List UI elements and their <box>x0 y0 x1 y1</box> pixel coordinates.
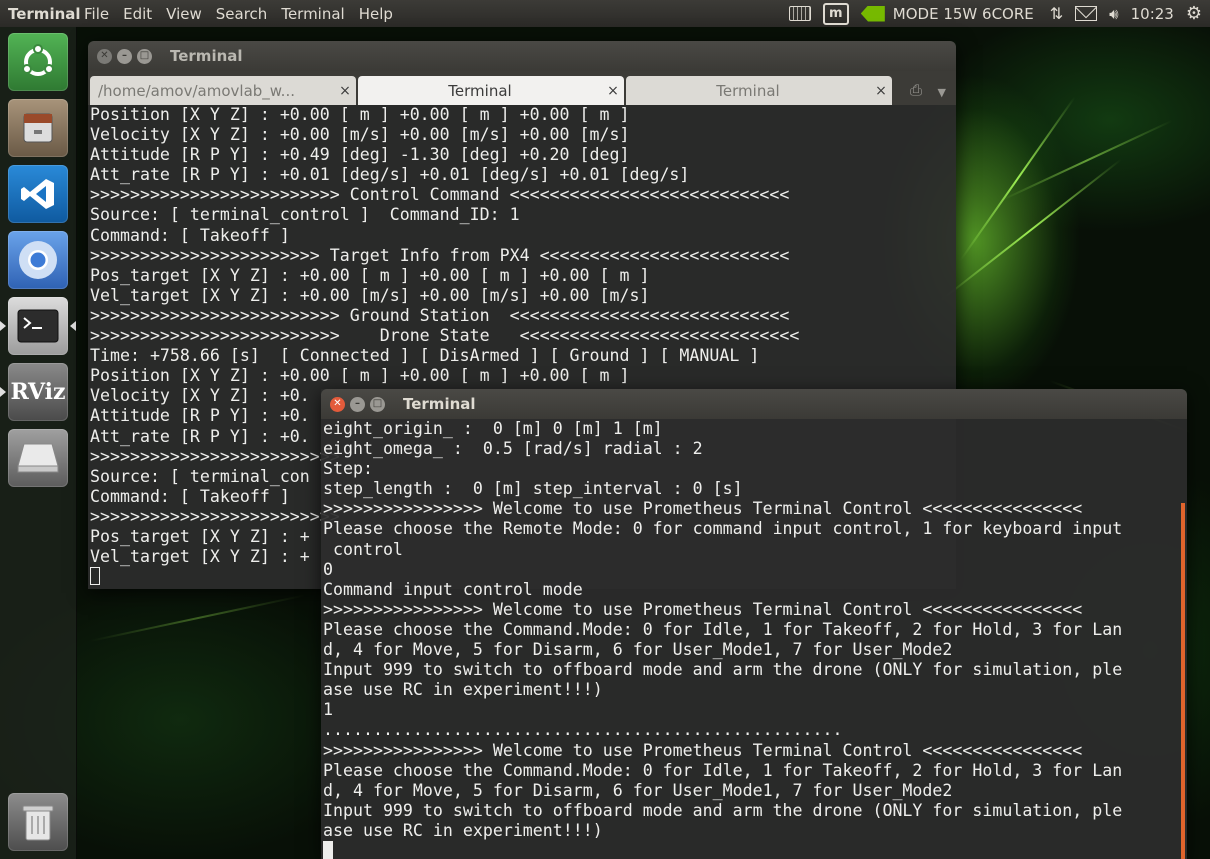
trash-icon[interactable] <box>8 793 68 851</box>
terminal-line: step_length : 0 [m] step_interval : 0 [s… <box>323 479 743 499</box>
tab-bar: /home/amov/amovlab_w... × Terminal × Ter… <box>88 71 956 105</box>
terminal-line: d, 4 for Move, 5 for Disarm, 6 for User_… <box>323 640 953 660</box>
m-indicator-icon[interactable]: m <box>822 2 849 25</box>
terminal-line: >>>>>>>>>>>>>>>> Welcome to use Promethe… <box>323 740 1083 760</box>
running-app-indicator <box>0 387 6 397</box>
terminal-line: >>>>>>>>>>>>>>>>>>>>>>>>> Ground Station… <box>90 305 790 325</box>
files-icon[interactable] <box>8 99 68 157</box>
terminal-line: eight_origin_ : 0 [m] 0 [m] 1 [m] <box>323 419 663 438</box>
terminal-line: >>>>>>>>>>>>>>>>>>>>>>>>> Control Comman… <box>90 185 790 205</box>
menu-terminal[interactable]: Terminal <box>281 5 344 23</box>
drive-icon[interactable] <box>8 429 68 487</box>
tab-terminal-active[interactable]: Terminal × <box>358 76 624 105</box>
text-cursor <box>90 567 100 586</box>
scrollbar[interactable] <box>1181 503 1185 859</box>
close-tab-icon[interactable]: × <box>602 83 624 99</box>
terminal-prompt-line <box>323 840 1187 859</box>
close-icon[interactable]: ✕ <box>97 48 112 64</box>
terminal-line: >>>>>>>>>>>>>>>>>>>>>>>>> Drone State <<… <box>90 326 800 346</box>
ubuntu-dash-icon[interactable] <box>8 33 68 91</box>
minimize-icon[interactable]: – <box>117 48 132 64</box>
close-tab-icon[interactable]: × <box>870 83 892 99</box>
top-panel: Terminal File Edit View Search Terminal … <box>0 0 1210 27</box>
terminal-line: 1 <box>323 700 333 720</box>
terminal-line: control <box>323 539 403 559</box>
maximize-icon[interactable]: □ <box>137 48 152 64</box>
terminal-line: Pos_target [X Y Z] : +0.00 [ m ] +0.00 [… <box>90 265 650 285</box>
terminal-line: ........................................… <box>323 720 843 740</box>
terminal-line: 0 <box>323 559 333 579</box>
mail-icon[interactable] <box>1075 6 1098 21</box>
terminal-line: Attitude [R P Y] : +0.49 [deg] -1.30 [de… <box>90 145 630 165</box>
running-app-indicator <box>0 321 6 331</box>
terminal-line: Time: +758.66 [s] [ Connected ] [ DisArm… <box>90 346 760 366</box>
terminal-line: Input 999 to switch to offboard mode and… <box>323 660 1123 680</box>
chromium-icon[interactable] <box>8 231 68 289</box>
terminal-line: d, 4 for Move, 5 for Disarm, 6 for User_… <box>323 780 953 800</box>
nvidia-icon[interactable] <box>860 5 885 22</box>
terminal-line: >>>>>>>>>>>>>>>> Welcome to use Promethe… <box>323 499 1083 519</box>
indicator-area: m MODE 15W 6CORE ⇅ 🔊︎ 10:23 ⚙ <box>788 0 1210 27</box>
window-title: Terminal <box>403 395 476 413</box>
titlebar[interactable]: ✕ – □ Terminal <box>321 389 1187 419</box>
settings-gear-icon[interactable]: ⚙ <box>1186 3 1202 24</box>
terminal-line: Please choose the Remote Mode: 0 for com… <box>323 519 1123 539</box>
menu-view[interactable]: View <box>166 5 202 23</box>
terminal-line: Step: <box>323 459 373 479</box>
volume-icon[interactable]: 🔊︎ <box>1109 5 1118 23</box>
terminal-line: Velocity [X Y Z] : +0.00 [m/s] +0.00 [m/… <box>90 125 630 145</box>
terminal-line: Source: [ terminal_control ] Command_ID:… <box>90 205 520 225</box>
maximize-icon[interactable]: □ <box>370 396 385 412</box>
tab-terminal[interactable]: Terminal × <box>626 76 892 105</box>
tab-label: Terminal <box>448 81 512 100</box>
terminal-line: Input 999 to switch to offboard mode and… <box>323 800 1123 820</box>
tab-label: /home/amov/amovlab_w... <box>98 81 295 100</box>
active-app-indicator <box>70 321 76 331</box>
terminal-line: Position [X Y Z] : +0.00 [ m ] +0.00 [ m… <box>90 105 630 124</box>
terminal-launcher-icon[interactable] <box>8 297 68 355</box>
rviz-icon[interactable]: RViz <box>8 363 68 421</box>
chevron-down-icon[interactable]: ▼ <box>938 86 946 99</box>
clock[interactable]: 10:23 <box>1131 5 1174 23</box>
terminal-output-front[interactable]: eight_origin_ : 0 [m] 0 [m] 1 [m] eight_o… <box>321 419 1187 859</box>
terminal-line: Att_rate [R P Y] : +0.01 [deg/s] +0.01 [… <box>90 165 690 185</box>
terminal-line: Vel_target [X Y Z] : +0.00 [m/s] +0.00 [… <box>90 285 650 305</box>
terminal-line: Please choose the Command.Mode: 0 for Id… <box>323 619 1123 639</box>
keyboard-icon[interactable] <box>788 6 811 21</box>
window-title: Terminal <box>170 47 243 65</box>
network-updown-icon[interactable]: ⇅ <box>1050 4 1063 23</box>
close-tab-icon[interactable]: × <box>334 83 356 99</box>
minimize-icon[interactable]: – <box>350 396 365 412</box>
terminal-line: >>>>>>>>>>>>>>>>>>>>>>> Target Info from… <box>90 245 790 265</box>
menu-help[interactable]: Help <box>359 5 393 23</box>
terminal-line: ase use RC in experiment!!!) <box>323 820 603 840</box>
terminal-line: eight_omega_ : 0.5 [rad/s] radial : 2 <box>323 439 703 459</box>
titlebar[interactable]: ✕ – □ Terminal <box>88 41 956 71</box>
terminal-window-front[interactable]: ✕ – □ Terminal eight_origin_ : 0 [m] 0 [… <box>321 389 1187 859</box>
terminal-line: Position [X Y Z] : +0.00 [ m ] +0.00 [ m… <box>90 366 630 386</box>
close-icon[interactable]: ✕ <box>330 396 345 412</box>
text-cursor <box>323 840 333 859</box>
terminal-line: >>>>>>>>>>>>>>>> Welcome to use Promethe… <box>323 599 1083 619</box>
terminal-line: Command: [ Takeoff ] <box>90 225 290 245</box>
terminal-line: Command input control mode <box>323 579 583 599</box>
app-name: Terminal <box>8 4 81 23</box>
tab-label: Terminal <box>716 81 780 100</box>
new-tab-icon[interactable]: ⎙ <box>910 81 922 99</box>
vscode-icon[interactable] <box>8 165 68 223</box>
terminal-line: ase use RC in experiment!!!) <box>323 680 603 700</box>
menu-file[interactable]: File <box>84 5 109 23</box>
terminal-line: Please choose the Command.Mode: 0 for Id… <box>323 760 1123 780</box>
nvidia-mode-label[interactable]: MODE 15W 6CORE <box>893 5 1034 23</box>
tab-home-path[interactable]: /home/amov/amovlab_w... × <box>90 76 356 105</box>
menu-edit[interactable]: Edit <box>123 5 152 23</box>
launcher: RViz <box>0 27 77 859</box>
rviz-label: RViz <box>10 379 66 405</box>
menu-search[interactable]: Search <box>216 5 268 23</box>
